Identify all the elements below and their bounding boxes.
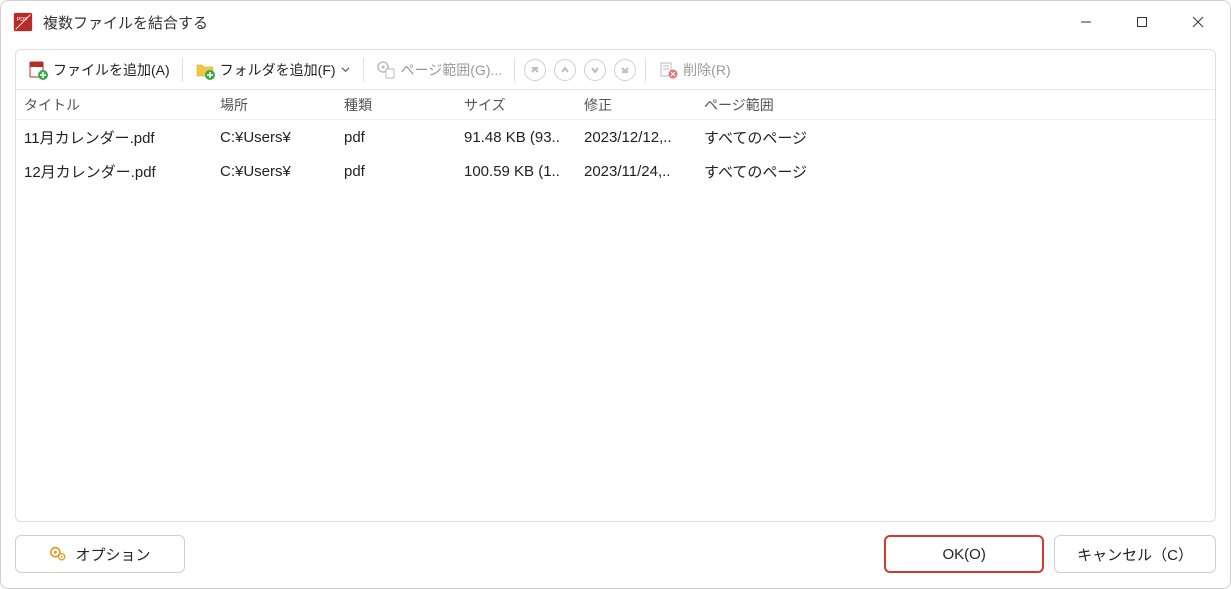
cell-title: 11月カレンダー.pdf [16,127,212,148]
cell-size: 100.59 KB (1.. [456,163,576,180]
col-modified[interactable]: 修正 [576,95,696,115]
ok-label: OK(O) [942,546,985,563]
separator [514,58,515,82]
table-row[interactable]: 12月カレンダー.pdf C:¥Users¥ pdf 100.59 KB (1.… [16,154,1215,188]
maximize-button[interactable] [1114,2,1170,42]
cell-type: pdf [336,163,456,180]
cell-page-range: すべてのページ [696,161,1215,182]
cell-modified: 2023/11/24,.. [576,163,696,180]
add-file-button[interactable]: ファイルを追加(A) [22,57,176,83]
cell-title: 12月カレンダー.pdf [16,161,212,182]
cell-location: C:¥Users¥ [212,129,336,146]
dropdown-icon [341,65,351,75]
col-location[interactable]: 場所 [212,95,336,115]
add-folder-label: フォルダを追加(F) [220,60,336,80]
cell-type: pdf [336,129,456,146]
cancel-label: キャンセル（C） [1077,544,1193,565]
delete-label: 削除(R) [683,60,730,80]
minimize-button[interactable] [1058,2,1114,42]
window-controls [1058,2,1226,42]
gear-icon [49,545,67,563]
separator [363,58,364,82]
footer: オプション OK(O) キャンセル（C） [1,532,1230,588]
cell-modified: 2023/12/12,.. [576,129,696,146]
add-folder-button[interactable]: フォルダを追加(F) [189,57,357,83]
cell-location: C:¥Users¥ [212,163,336,180]
move-bottom-button[interactable] [614,59,636,81]
separator [645,58,646,82]
col-type[interactable]: 種類 [336,95,456,115]
file-list: 11月カレンダー.pdf C:¥Users¥ pdf 91.48 KB (93.… [16,120,1215,521]
move-up-button[interactable] [554,59,576,81]
window-title: 複数ファイルを結合する [43,12,208,33]
delete-button[interactable]: 削除(R) [652,57,736,83]
col-page-range[interactable]: ページ範囲 [696,95,1215,115]
ok-button[interactable]: OK(O) [884,535,1044,573]
options-label: オプション [75,544,150,565]
page-range-button[interactable]: ページ範囲(G)... [370,57,509,83]
close-button[interactable] [1170,2,1226,42]
add-file-label: ファイルを追加(A) [53,60,170,80]
pdf-add-icon [28,60,48,80]
page-range-label: ページ範囲(G)... [401,60,503,80]
table-row[interactable]: 11月カレンダー.pdf C:¥Users¥ pdf 91.48 KB (93.… [16,120,1215,154]
cancel-button[interactable]: キャンセル（C） [1054,535,1216,573]
folder-add-icon [195,60,215,80]
titlebar: PDF 複数ファイルを結合する [1,1,1230,43]
col-title[interactable]: タイトル [16,95,212,115]
table-header: タイトル 場所 種類 サイズ 修正 ページ範囲 [16,90,1215,120]
cell-page-range: すべてのページ [696,127,1215,148]
cell-size: 91.48 KB (93.. [456,129,576,146]
gear-page-icon [376,60,396,80]
delete-icon [658,60,678,80]
move-down-button[interactable] [584,59,606,81]
toolbar: ファイルを追加(A) フォルダを追加(F) [16,50,1215,90]
main-panel: ファイルを追加(A) フォルダを追加(F) [15,49,1216,522]
move-top-button[interactable] [524,59,546,81]
separator [182,58,183,82]
col-size[interactable]: サイズ [456,95,576,115]
app-icon: PDF [11,10,35,34]
options-button[interactable]: オプション [15,535,185,573]
